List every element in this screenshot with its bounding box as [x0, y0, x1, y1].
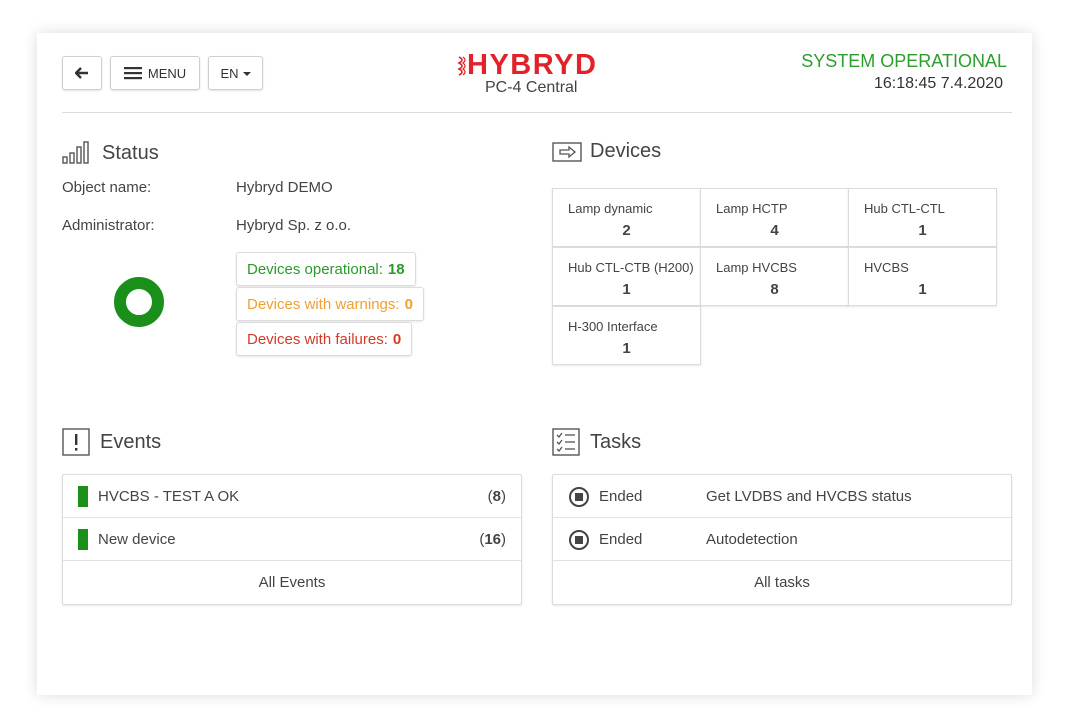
menu-button[interactable]: MENU: [110, 56, 200, 90]
devices-failures-count: 0: [392, 330, 402, 348]
events-heading: Events: [62, 428, 161, 456]
device-count: 1: [918, 281, 927, 298]
devices-failures-badge[interactable]: Devices with failures: 0: [236, 322, 413, 356]
back-button[interactable]: [62, 56, 102, 90]
device-name: H-300 Interface: [568, 319, 658, 334]
administrator-label: Administrator:: [62, 217, 155, 234]
device-tile[interactable]: Lamp HVCBS 8: [700, 247, 849, 306]
stop-circle-icon: [569, 530, 589, 550]
device-count: 1: [918, 222, 927, 239]
device-name: Hub CTL-CTB (H200): [568, 260, 694, 275]
device-tile[interactable]: Hub CTL-CTB (H200) 1: [552, 247, 701, 306]
task-row[interactable]: Ended Autodetection: [553, 518, 1011, 561]
device-arrow-icon: [552, 141, 582, 162]
all-events-link[interactable]: All Events: [63, 561, 521, 604]
event-row[interactable]: HVCBS - TEST A OK (8): [63, 475, 521, 518]
device-tile[interactable]: Lamp dynamic 2: [552, 188, 701, 247]
device-name: HVCBS: [864, 260, 909, 275]
task-state: Ended: [599, 487, 643, 505]
device-count: 4: [770, 222, 779, 239]
event-title: New device: [98, 530, 176, 548]
event-status-indicator: [78, 486, 88, 507]
administrator-value: Hybryd Sp. z o.o.: [236, 217, 352, 234]
events-title: Events: [100, 430, 162, 453]
brand-logo: HYBRYD PC-4 Central: [457, 49, 617, 99]
device-tile[interactable]: H-300 Interface 1: [552, 306, 701, 365]
tasks-panel: Ended Get LVDBS and HVCBS status Ended A…: [552, 474, 1012, 605]
checklist-icon: [552, 428, 580, 456]
devices-title: Devices: [590, 140, 662, 162]
devices-heading: Devices: [552, 140, 661, 163]
language-dropdown[interactable]: EN: [208, 56, 263, 90]
event-row[interactable]: New device (16): [63, 518, 521, 561]
task-name: Get LVDBS and HVCBS status: [706, 487, 912, 505]
caret-down-icon: [242, 71, 251, 76]
task-row[interactable]: Ended Get LVDBS and HVCBS status: [553, 475, 1011, 518]
logo-subtitle: PC-4 Central: [485, 79, 578, 96]
system-datetime: 16:18:45 7.4.2020: [873, 75, 1003, 92]
stop-circle-icon: [569, 487, 589, 507]
language-label: EN: [220, 65, 239, 81]
system-status: SYSTEM OPERATIONAL: [801, 51, 1007, 71]
header-divider: [62, 112, 1012, 113]
device-count: 1: [622, 281, 631, 298]
task-name: Autodetection: [706, 530, 798, 548]
device-count: 2: [622, 222, 631, 239]
logo-text: HYBRYD: [467, 49, 598, 81]
device-name: Hub CTL-CTL: [864, 201, 945, 216]
tasks-title: Tasks: [590, 430, 642, 453]
devices-warnings-count: 0: [404, 295, 413, 313]
devices-warnings-label: Devices with warnings:: [247, 295, 400, 313]
task-state: Ended: [599, 530, 643, 548]
event-count-value: 8: [492, 487, 501, 505]
device-name: Lamp dynamic: [568, 201, 653, 216]
device-tile[interactable]: HVCBS 1: [848, 247, 997, 306]
menu-label: MENU: [147, 65, 187, 81]
hamburger-icon: [123, 67, 142, 80]
status-donut: [114, 277, 164, 327]
event-status-indicator: [78, 529, 88, 550]
status-heading: Status: [62, 141, 159, 165]
event-count-value: 16: [484, 530, 501, 548]
exclamation-icon: [62, 428, 90, 456]
dashboard-card: MENU EN HYBRYD PC-4 Central SYSTEM OPERA…: [37, 33, 1032, 695]
event-title: HVCBS - TEST A OK: [98, 487, 240, 505]
event-count: (16): [479, 530, 506, 548]
status-title: Status: [102, 141, 159, 164]
bar-chart-icon: [62, 141, 89, 164]
devices-failures-label: Devices with failures:: [247, 330, 388, 348]
devices-operational-badge[interactable]: Devices operational: 18: [236, 252, 416, 286]
all-tasks-link[interactable]: All tasks: [553, 561, 1011, 604]
logo-wave-icon: [457, 56, 466, 76]
tasks-heading: Tasks: [552, 428, 641, 456]
device-tile[interactable]: Hub CTL-CTL 1: [848, 188, 997, 247]
devices-operational-count: 18: [387, 260, 405, 278]
device-tile[interactable]: Lamp HCTP 4: [700, 188, 849, 247]
arrow-left-icon: [75, 67, 88, 79]
object-name-label: Object name:: [62, 179, 152, 196]
events-panel: HVCBS - TEST A OK (8) New device (16) Al…: [62, 474, 522, 605]
device-name: Lamp HVCBS: [716, 260, 797, 275]
devices-warnings-badge[interactable]: Devices with warnings: 0: [236, 287, 424, 321]
event-count: (8): [487, 487, 506, 505]
device-count: 8: [770, 281, 779, 298]
object-name-value: Hybryd DEMO: [236, 179, 333, 196]
devices-operational-label: Devices operational:: [247, 260, 383, 278]
device-count: 1: [622, 340, 631, 357]
device-name: Lamp HCTP: [716, 201, 788, 216]
